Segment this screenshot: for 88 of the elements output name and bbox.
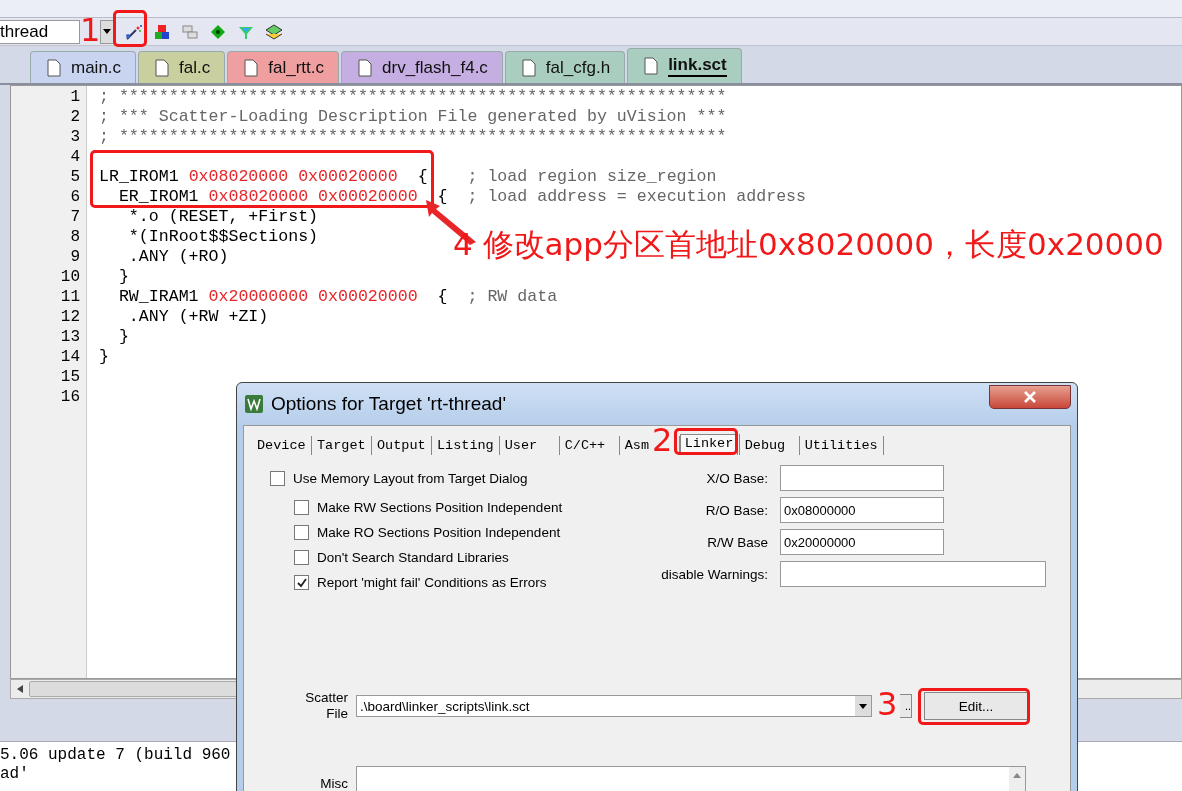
line-number: 1 — [69, 87, 81, 107]
tab-label: link.sct — [668, 55, 727, 77]
code-line: .ANY (+RO) — [127, 247, 229, 266]
checkbox[interactable] — [294, 525, 309, 540]
checkbox[interactable] — [294, 500, 309, 515]
checkbox[interactable] — [294, 575, 309, 590]
output-line: ad' — [0, 765, 29, 784]
line-number: 7 — [69, 207, 81, 227]
code-line: ; ************************************************************* — [99, 87, 727, 106]
tab-label: drv_flash_f4.c — [382, 57, 488, 78]
code-line: *(InRoot$$Sections) — [127, 227, 319, 246]
app-icon — [245, 395, 263, 413]
checkbox-label: Report 'might fail' Conditions as Errors — [317, 575, 547, 590]
caret-icon — [859, 703, 867, 709]
field-label: disable Warnings: — [661, 566, 768, 582]
checkbox[interactable] — [294, 550, 309, 565]
checkbox[interactable] — [270, 471, 285, 486]
field-label: X/O Base: — [705, 470, 768, 486]
input-field[interactable]: 0x20000000 — [780, 529, 944, 555]
line-number: 11 — [59, 287, 81, 307]
field-label: Scatter File — [304, 690, 348, 722]
line-number: 2 — [69, 107, 81, 127]
code-line: *.o (RESET, +First) — [127, 207, 319, 226]
target-combo[interactable]: thread — [0, 19, 80, 44]
document-icon — [155, 58, 170, 77]
checkbox-label: Use Memory Layout from Target Dialog — [293, 471, 528, 486]
close-icon — [1023, 391, 1037, 403]
checkbox-label: Make RO Sections Position Independent — [317, 525, 561, 540]
tab-label: main.c — [71, 57, 122, 78]
input-field[interactable]: 0x08000000 — [780, 497, 944, 523]
document-icon — [644, 57, 659, 75]
line-number: 6 — [69, 187, 81, 207]
field-label: R/O Base: — [704, 502, 768, 518]
field-label: R/W Base — [706, 534, 768, 550]
file-tab[interactable]: fal_rtt.c — [227, 51, 339, 83]
output-line: 5.06 update 7 (build 960 — [0, 746, 231, 765]
line-number: 4 — [69, 147, 81, 167]
code-line: LR_IROM1 0x08020000 0x00020000 { ; load region size_region — [99, 167, 717, 186]
line-number: 13 — [59, 327, 81, 347]
document-icon — [358, 58, 372, 77]
code-line: } — [117, 267, 129, 286]
checkbox-label: Make RW Sections Position Independent — [317, 500, 563, 515]
step-number: 3 — [877, 688, 898, 720]
close-button[interactable] — [989, 385, 1071, 409]
line-number: 14 — [59, 347, 81, 367]
code-line: } — [117, 327, 129, 346]
line-number: 16 — [59, 387, 81, 407]
step-number: 1 — [80, 14, 101, 46]
code-line: } — [99, 347, 109, 366]
step-number: 2 — [652, 424, 673, 456]
annotation-text: 4 修改app分区首地址0x8020000，长度0x20000 — [453, 225, 1164, 264]
highlight-frame — [674, 428, 738, 455]
left-arrow-icon[interactable] — [17, 685, 23, 693]
dropdown-button[interactable] — [100, 19, 114, 44]
code-line: ER_IROM1 0x08020000 0x00020000 { ; load address = execution address — [117, 187, 807, 206]
document-icon — [244, 58, 259, 77]
line-number: 12 — [59, 307, 81, 327]
scatter-file-dropdown[interactable]: .\board\linker_scripts\link.sct — [356, 695, 872, 717]
file-tab[interactable]: fal.c — [138, 51, 226, 83]
browse-button[interactable]: .. — [900, 694, 912, 718]
file-tab[interactable]: drv_flash_f4.c — [341, 51, 503, 83]
code-line: ; ************************************************************* — [99, 127, 727, 146]
line-number: 15 — [59, 367, 81, 387]
input-field[interactable] — [780, 465, 944, 491]
line-number: 3 — [69, 127, 81, 147]
code-line: ; *** Scatter-Loading Description File generated by uVision *** — [99, 107, 727, 126]
caret-icon — [103, 29, 111, 34]
up-arrow-icon[interactable] — [1013, 773, 1021, 778]
input-field[interactable] — [780, 561, 1046, 587]
tab-label: fal.c — [179, 57, 211, 78]
line-number: 10 — [59, 267, 81, 287]
tab-label: fal_rtt.c — [268, 57, 324, 78]
document-icon — [47, 58, 61, 77]
file-tab[interactable]: link.sct — [627, 48, 742, 83]
tab-label: fal_cfg.h — [545, 57, 611, 78]
line-number: 5 — [69, 167, 81, 187]
field-label: Misc — [319, 776, 348, 791]
code-line: .ANY (+RW +ZI) — [127, 307, 269, 326]
file-tab[interactable]: fal_cfg.h — [504, 51, 626, 83]
line-number: 9 — [69, 247, 81, 267]
window-title: Options for Target 'rt-thread' — [271, 393, 506, 415]
code-line: RW_IRAM1 0x20000000 0x00020000 { ; RW data — [117, 287, 558, 306]
document-icon — [521, 58, 536, 77]
checkbox-label: Don't Search Standard Libraries — [317, 550, 509, 565]
highlight-frame — [113, 10, 147, 47]
edit-button[interactable]: Edit... — [924, 692, 1028, 720]
file-tab[interactable]: main.c — [30, 51, 137, 83]
line-number: 8 — [69, 227, 81, 247]
